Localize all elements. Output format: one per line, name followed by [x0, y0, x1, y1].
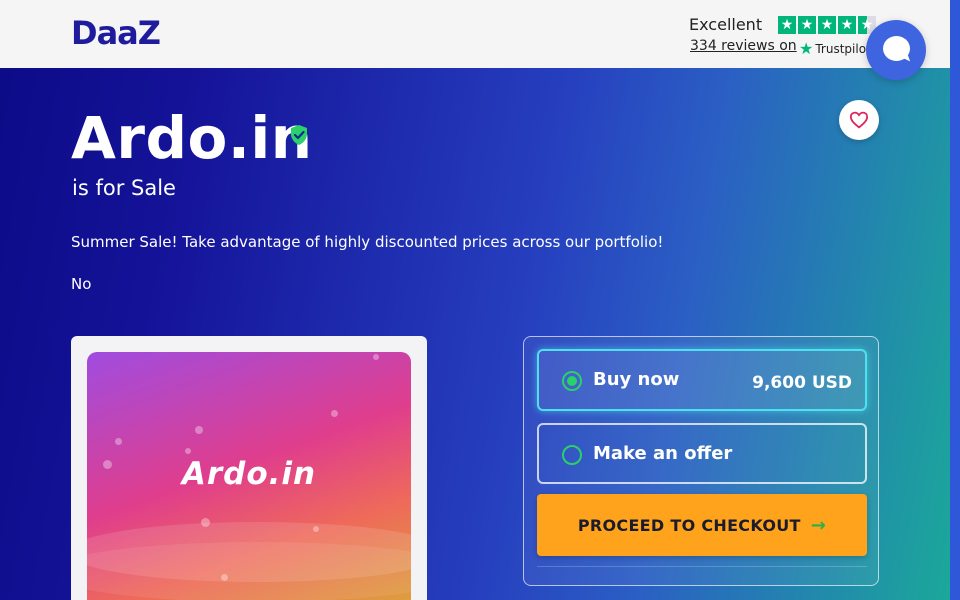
- make-offer-option[interactable]: Make an offer: [537, 423, 867, 484]
- bubble-decoration: [195, 426, 203, 434]
- bubble-decoration: [221, 574, 228, 581]
- top-header: DaaZ Excellent ★ ★ ★ ★ ★ 334 reviews on …: [0, 0, 950, 68]
- domain-preview-image: Ardo.in: [87, 352, 411, 600]
- page-edge-strip: [950, 0, 960, 600]
- bubble-decoration: [201, 518, 210, 527]
- make-offer-radio[interactable]: [562, 445, 582, 465]
- domain-preview-card: Ardo.in: [71, 336, 427, 600]
- bubble-decoration: [373, 354, 379, 360]
- make-offer-label: Make an offer: [593, 443, 733, 464]
- bubble-decoration: [185, 448, 191, 454]
- buy-now-option[interactable]: Buy now 9,600 USD: [537, 349, 867, 411]
- arrow-right-icon: →: [810, 514, 827, 536]
- star-icon: ★: [838, 16, 856, 34]
- favorite-button[interactable]: [839, 100, 879, 140]
- trustpilot-reviews-link[interactable]: 334 reviews on: [690, 38, 797, 54]
- buy-now-label: Buy now: [593, 369, 680, 390]
- purchase-panel: Buy now 9,600 USD Make an offer PROCEED …: [523, 336, 879, 586]
- star-icon: ★: [818, 16, 836, 34]
- panel-divider: [537, 566, 867, 567]
- promo-text: Summer Sale! Take advantage of highly di…: [71, 233, 664, 251]
- shield-check-icon: [291, 125, 307, 145]
- daaz-logo[interactable]: DaaZ: [71, 14, 161, 52]
- bubble-decoration: [115, 438, 122, 445]
- radio-selected-dot: [567, 376, 577, 386]
- bubble-decoration: [313, 526, 319, 532]
- star-icon: ★: [798, 16, 816, 34]
- trustpilot-star-icon: ★: [799, 39, 814, 58]
- trustpilot-logo-text: Trustpilot: [815, 41, 871, 56]
- buy-now-price: 9,600 USD: [752, 373, 852, 393]
- hero-section: Ardo.in is for Sale Summer Sale! Take ad…: [0, 68, 950, 600]
- wave-decoration: [87, 542, 411, 600]
- note-text: No: [71, 275, 92, 293]
- trustpilot-widget[interactable]: Excellent ★ ★ ★ ★ ★ 334 reviews on ★ Tru…: [689, 14, 879, 60]
- checkout-label: PROCEED TO CHECKOUT: [577, 515, 801, 535]
- heart-icon: [849, 111, 869, 129]
- trustpilot-rating-label: Excellent: [689, 15, 763, 34]
- domain-title: Ardo.in: [71, 104, 313, 172]
- bubble-decoration: [331, 410, 338, 417]
- trustpilot-stars: ★ ★ ★ ★ ★: [778, 16, 876, 34]
- star-icon: ★: [778, 16, 796, 34]
- for-sale-subtitle: is for Sale: [72, 176, 176, 200]
- proceed-to-checkout-button[interactable]: PROCEED TO CHECKOUT →: [537, 494, 867, 556]
- preview-domain-name: Ardo.in: [181, 456, 317, 492]
- chat-bubble-tail: [899, 53, 911, 65]
- chat-button[interactable]: [866, 20, 926, 80]
- buy-now-radio[interactable]: [562, 371, 582, 391]
- trustpilot-logo: ★ Trustpilot: [799, 39, 871, 58]
